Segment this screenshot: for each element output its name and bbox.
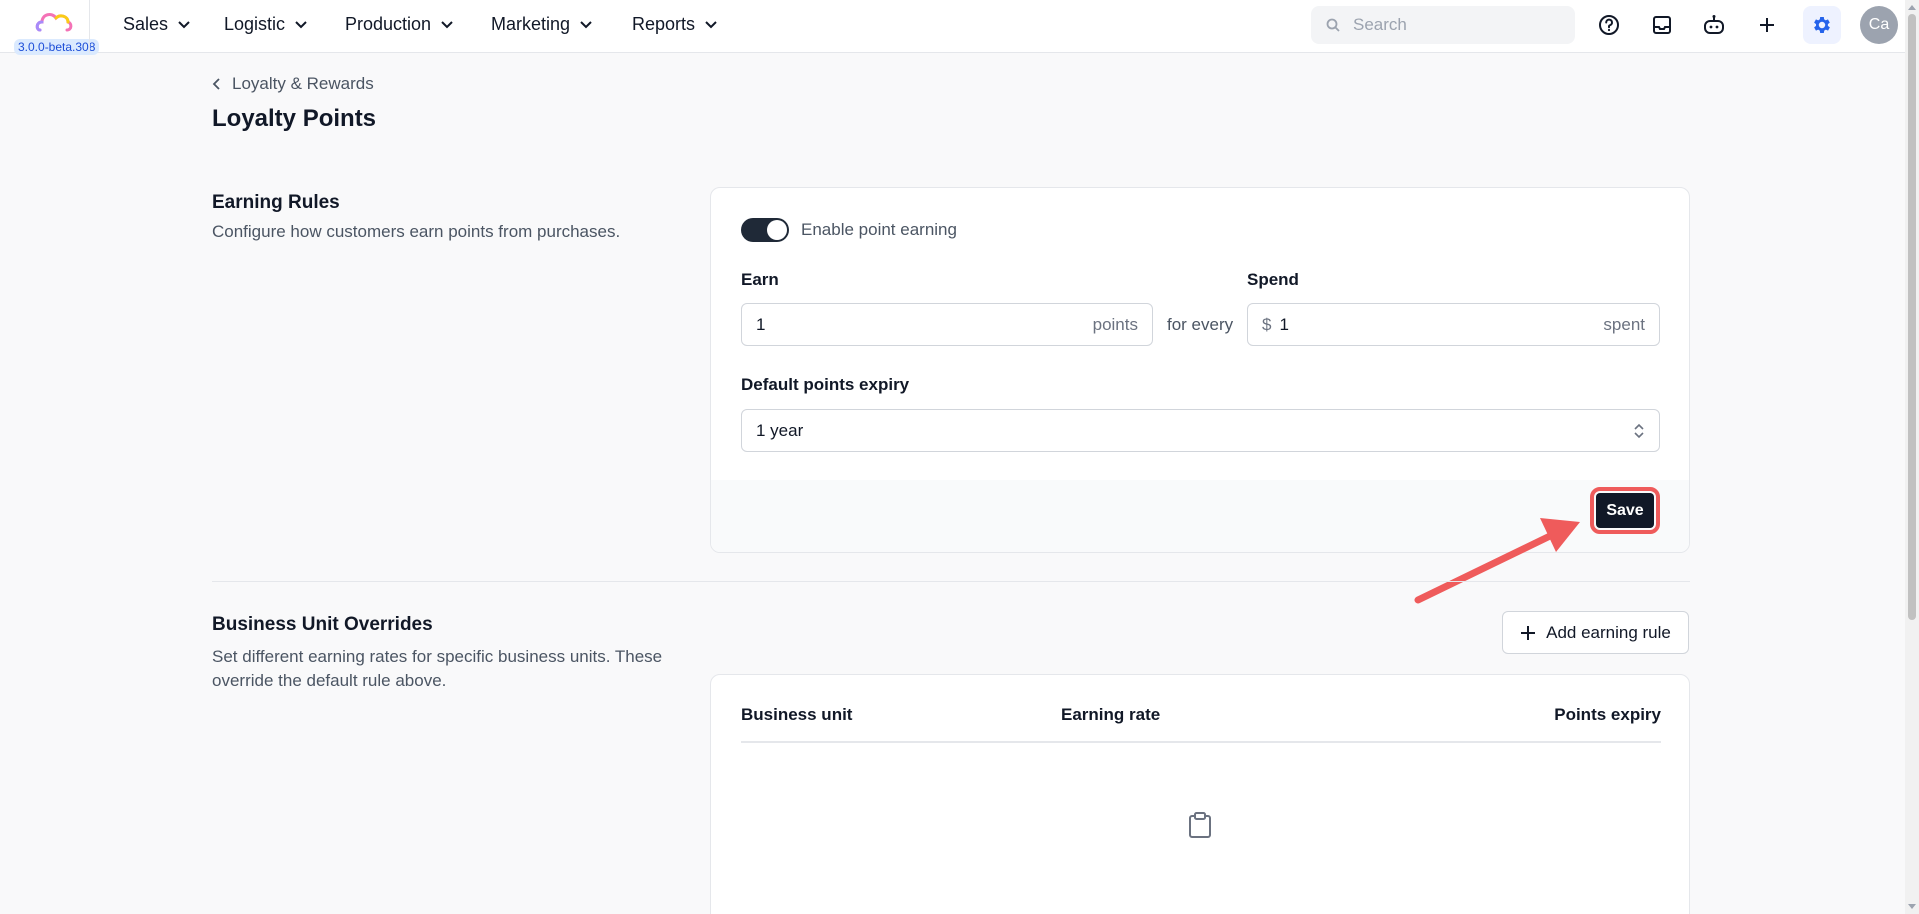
spend-label: Spend [1247,270,1299,289]
chevron-down-icon [580,21,592,29]
nav-label: Logistic [224,13,286,34]
scrollbar[interactable] [1905,0,1919,914]
updown-chevron-icon [1634,423,1644,438]
page-title: Loyalty Points [212,105,377,132]
plus-icon[interactable] [1753,11,1781,39]
expiry-value: 1 year [756,420,804,440]
nav-label: Reports [632,13,696,34]
spend-suffix: spent [1603,314,1645,334]
bot-icon[interactable] [1700,11,1728,39]
earning-rules-card: Enable point earning Earn 1 points for e… [710,187,1690,553]
breadcrumb[interactable]: Loyalty & Rewards [212,74,374,94]
expiry-label: Default points expiry [741,375,910,394]
add-earning-rule-label: Add earning rule [1546,622,1671,642]
table-header-divider [741,741,1661,743]
chevron-down-icon [295,21,307,29]
chevron-down-icon [705,21,717,29]
nav-label: Production [345,13,432,34]
top-navbar: 3.0.0-beta.308 Sales Logistic Production… [0,0,1905,55]
for-every-text: for every [1167,315,1234,334]
earning-rules-title: Earning Rules [212,192,340,213]
overrides-table: Business unit Earning rate Points expiry [710,674,1690,914]
cloud-logo-icon [35,13,73,32]
card-footer [711,480,1689,552]
earn-points-input[interactable]: 1 points [741,303,1153,346]
enable-earning-toggle[interactable] [741,218,789,242]
add-earning-rule-button[interactable]: Add earning rule [1502,611,1689,654]
spend-prefix: $ [1262,314,1272,334]
nav-reports[interactable]: Reports [632,12,719,36]
overrides-title: Business Unit Overrides [212,614,433,635]
search-input[interactable]: Search [1311,6,1575,44]
version-badge: 3.0.0-beta.308 [14,39,100,55]
breadcrumb-label: Loyalty & Rewards [232,74,374,93]
chevron-down-icon [178,21,190,29]
column-header-earning-rate: Earning rate [1061,705,1161,724]
spend-value: 1 [1279,314,1289,334]
chevron-left-icon [212,78,220,90]
scroll-down-icon[interactable] [1905,900,1919,914]
nav-marketing[interactable]: Marketing [491,12,594,36]
scroll-thumb[interactable] [1908,14,1916,620]
scroll-up-icon[interactable] [1905,0,1919,14]
column-header-points-expiry: Points expiry [1554,705,1661,724]
column-header-business-unit: Business unit [741,705,853,724]
plus-icon [1521,625,1536,640]
earn-label: Earn [741,270,779,289]
earn-suffix: points [1092,314,1138,334]
nav-label: Sales [123,13,169,34]
chevron-down-icon [441,21,453,29]
nav-logistic[interactable]: Logistic [224,12,309,36]
expiry-select[interactable]: 1 year [741,409,1660,452]
clipboard-icon [1189,812,1211,838]
gear-icon [1814,17,1830,33]
settings-button[interactable] [1803,6,1841,44]
earn-value: 1 [756,314,766,334]
spend-amount-input[interactable]: $ 1 spent [1247,303,1660,346]
search-placeholder: Search [1353,15,1407,34]
avatar[interactable]: Ca [1860,6,1898,44]
search-icon [1326,18,1340,32]
overrides-description: Set different earning rates for specific… [212,647,663,690]
earning-rules-description: Configure how customers earn points from… [212,222,621,241]
inbox-icon[interactable] [1648,11,1676,39]
nav-sales[interactable]: Sales [123,12,192,36]
nav-label: Marketing [491,13,571,34]
logo-divider [89,0,90,53]
section-divider [212,581,1690,582]
help-icon[interactable] [1595,11,1623,39]
nav-production[interactable]: Production [345,12,455,36]
save-button[interactable]: Save [1590,487,1660,534]
app-logo[interactable]: 3.0.0-beta.308 [8,8,100,55]
toggle-knob [767,220,787,240]
toggle-label: Enable point earning [801,220,957,239]
